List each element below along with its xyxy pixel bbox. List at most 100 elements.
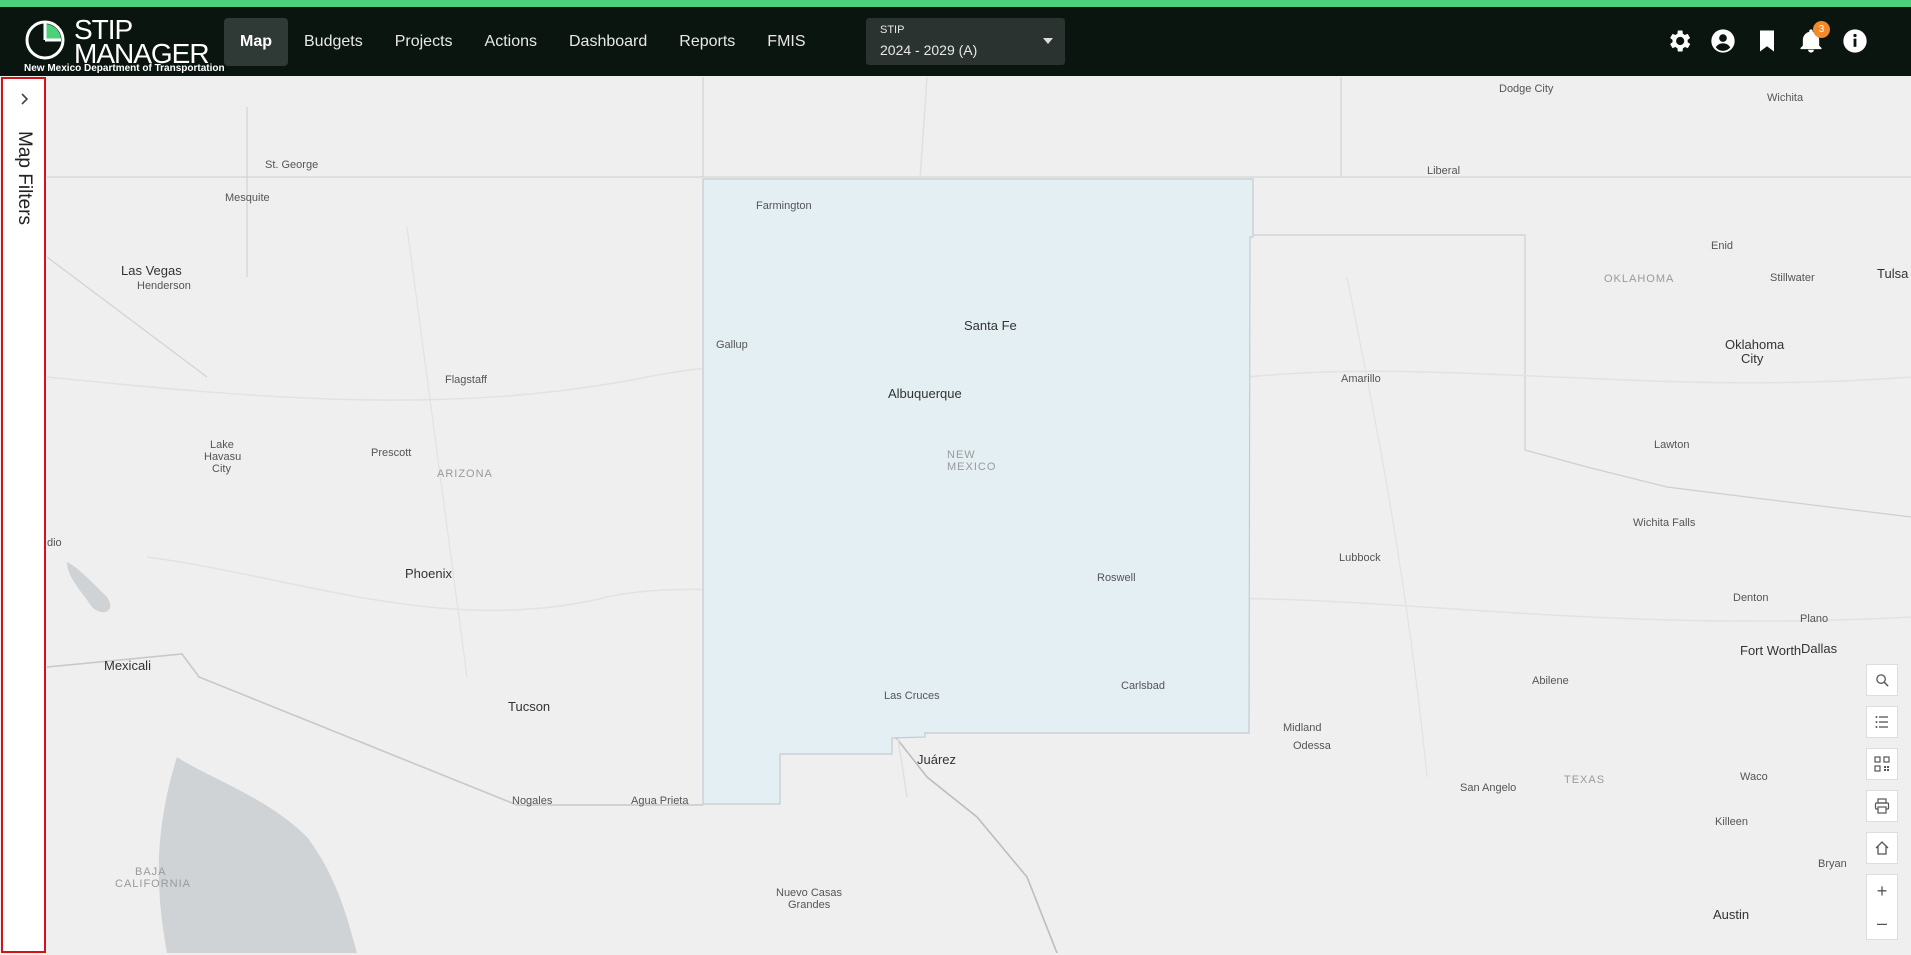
map-label: TEXAS <box>1564 774 1606 786</box>
map-label: Agua Prieta <box>631 795 689 807</box>
print-icon <box>1874 798 1890 814</box>
map-base <box>47 77 1911 953</box>
map-filters-label: Map Filters <box>14 131 35 225</box>
map-label: Lawton <box>1654 439 1690 451</box>
zoom-control: + – <box>1866 874 1898 940</box>
list-icon <box>1875 716 1888 728</box>
map-label: Gallup <box>716 339 748 351</box>
map-legend-button[interactable] <box>1866 706 1898 738</box>
map-label: CALIFORNIA <box>115 878 192 890</box>
map-label: Henderson <box>137 280 191 292</box>
map-label: Oklahoma <box>1725 337 1785 352</box>
map-filters-panel[interactable]: Map Filters <box>1 77 46 953</box>
map-label: Tucson <box>508 699 551 714</box>
map-label: Midland <box>1283 722 1322 734</box>
bookmark-button[interactable] <box>1753 27 1783 57</box>
map-label: Farmington <box>756 200 812 212</box>
chevron-right-icon[interactable] <box>16 91 32 107</box>
map-label: Wichita <box>1767 92 1804 104</box>
info-button[interactable] <box>1841 27 1871 57</box>
nav-fmis[interactable]: FMIS <box>751 18 821 66</box>
map-label: Grandes <box>788 899 831 911</box>
brand-subtitle: New Mexico Department of Transportation <box>24 63 225 74</box>
nav-dashboard[interactable]: Dashboard <box>553 18 663 66</box>
home-icon <box>1875 841 1889 855</box>
nav-map[interactable]: Map <box>224 18 288 66</box>
map-label: City <box>1741 351 1764 366</box>
zoom-in-button[interactable]: + <box>1867 875 1897 907</box>
map-label: MEXICO <box>947 461 997 473</box>
map-label: Stillwater <box>1770 272 1815 284</box>
gear-icon <box>1670 30 1691 52</box>
stip-logo-icon <box>25 20 65 60</box>
zoom-out-button[interactable]: – <box>1867 907 1897 939</box>
map-home-button[interactable] <box>1866 832 1898 864</box>
map-label: Fort Worth <box>1740 643 1802 658</box>
qr-code-icon <box>1874 756 1890 772</box>
map-label: Killeen <box>1715 816 1749 828</box>
map-label: Albuquerque <box>888 386 962 401</box>
map-label: St. George <box>265 159 319 171</box>
map-label: Enid <box>1711 240 1734 252</box>
map-label: Phoenix <box>405 566 452 581</box>
user-icon <box>1711 29 1735 53</box>
map-label: Las Vegas <box>121 263 182 278</box>
map-label: Carlsbad <box>1121 680 1166 692</box>
top-accent-bar <box>0 0 1911 7</box>
map-label: Mexicali <box>104 658 151 673</box>
map-label: Plano <box>1800 613 1829 625</box>
nav-actions[interactable]: Actions <box>469 18 553 66</box>
map-label: City <box>212 463 231 475</box>
map-label: Bryan <box>1818 858 1847 870</box>
map-label: OKLAHOMA <box>1604 273 1675 285</box>
info-icon <box>1843 29 1867 53</box>
map-canvas[interactable]: Dodge City Wichita St. George Liberal Me… <box>47 77 1911 953</box>
map-label: Tulsa <box>1877 266 1909 281</box>
new-mexico-boundary[interactable] <box>702 178 1254 805</box>
nav-reports[interactable]: Reports <box>663 18 751 66</box>
notification-count-badge: 3 <box>1813 21 1830 38</box>
map-label: dio <box>47 537 62 549</box>
stip-select-label: STIP <box>880 24 905 36</box>
stip-select[interactable]: STIP 2024 - 2029 (A) <box>866 18 1065 65</box>
map-label: BAJA <box>135 866 167 878</box>
map-label: Dodge City <box>1499 83 1554 95</box>
map-label: Liberal <box>1427 165 1461 177</box>
map-label: Waco <box>1740 771 1768 783</box>
map-label: Amarillo <box>1341 373 1381 385</box>
map-label: Prescott <box>371 447 412 459</box>
caret-down-icon <box>1043 38 1053 44</box>
map-print-button[interactable] <box>1866 790 1898 822</box>
map-label: ARIZONA <box>437 468 493 480</box>
stip-select-value: 2024 - 2029 (A) <box>880 42 978 58</box>
map-label: Denton <box>1733 592 1769 604</box>
map-qr-button[interactable] <box>1866 748 1898 780</box>
map-label: Juárez <box>917 752 957 767</box>
bookmark-icon <box>1760 30 1774 52</box>
notifications-button[interactable]: 3 <box>1797 21 1830 57</box>
map-label: NEW <box>947 449 976 461</box>
map-label: Austin <box>1713 907 1750 922</box>
map-label: Havasu <box>204 451 242 463</box>
brand-logo[interactable]: STIP MANAGER New Mexico Department of Tr… <box>22 13 225 75</box>
top-navbar: STIP MANAGER New Mexico Department of Tr… <box>0 7 1911 76</box>
map-label: Flagstaff <box>445 374 487 386</box>
map-label: Roswell <box>1097 572 1136 584</box>
search-icon <box>1875 673 1889 687</box>
map-label: Nuevo Casas <box>776 887 843 899</box>
map-label: Dallas <box>1801 641 1838 656</box>
map-label: Odessa <box>1293 740 1331 752</box>
map-label: Wichita Falls <box>1633 517 1696 529</box>
header-icons: 3 <box>1665 21 1871 57</box>
nav-projects[interactable]: Projects <box>379 18 469 66</box>
map-label: San Angelo <box>1460 782 1517 794</box>
map-search-button[interactable] <box>1866 664 1898 696</box>
account-button[interactable] <box>1709 27 1739 57</box>
main-nav: Map Budgets Projects Actions Dashboard R… <box>224 18 822 66</box>
map-label: Lubbock <box>1339 552 1381 564</box>
settings-button[interactable] <box>1665 27 1695 57</box>
nav-budgets[interactable]: Budgets <box>288 18 379 66</box>
map-label: Santa Fe <box>964 318 1017 333</box>
map-label: Nogales <box>512 795 553 807</box>
map-label: Lake <box>210 439 234 451</box>
